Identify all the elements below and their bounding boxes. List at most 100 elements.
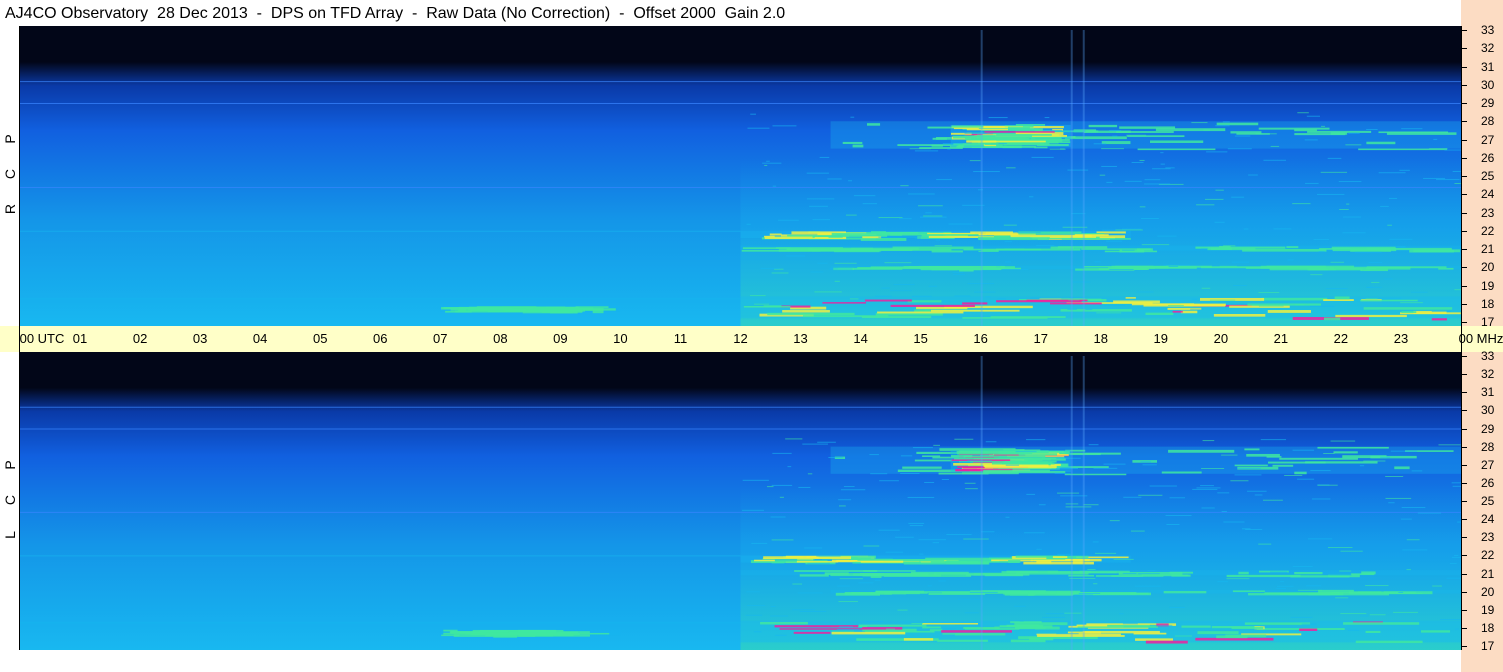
noise-streak	[1191, 298, 1198, 300]
emission-streak	[1294, 571, 1323, 575]
emission-streak	[1333, 451, 1358, 454]
time-tick-label: 23	[1393, 331, 1409, 346]
noise-streak	[893, 284, 915, 286]
noise-streak	[1354, 251, 1382, 253]
emission-streak	[964, 135, 977, 139]
noise-streak	[807, 562, 830, 564]
emission-streak	[767, 312, 855, 316]
noise-streak	[812, 219, 831, 221]
noise-streak	[1101, 165, 1117, 167]
emission-streak	[910, 571, 969, 575]
noise-streak	[1137, 573, 1160, 575]
noise-streak	[817, 262, 828, 264]
emission-streak	[861, 316, 932, 319]
frequency-tick-mark	[1461, 194, 1467, 196]
frequency-tick-mark	[1461, 103, 1467, 104]
noise-streak	[1294, 304, 1305, 306]
emission-streak	[883, 575, 972, 577]
emission-streak	[518, 629, 557, 633]
noise-streak	[1057, 553, 1071, 555]
noise-streak	[1201, 248, 1209, 250]
emission-streak	[1335, 314, 1407, 318]
noise-streak	[1135, 585, 1161, 587]
noise-streak	[1366, 128, 1378, 130]
frequency-tick-mark	[1461, 573, 1467, 575]
time-tick-label: 09	[553, 331, 568, 346]
time-tick-label: 12	[733, 331, 748, 346]
noise-streak	[1112, 135, 1118, 137]
noise-streak	[1369, 614, 1386, 616]
noise-streak	[923, 215, 943, 217]
noise-streak	[1115, 229, 1143, 231]
noise-streak	[1201, 507, 1215, 509]
noise-streak	[1166, 524, 1180, 526]
noise-streak	[1451, 482, 1461, 484]
time-axis-strip: 00 UTC 01 02 03 04 05 06 07 08 09 10 11 12 13 14 15 16 17…	[0, 326, 1503, 352]
noise-streak	[1072, 281, 1091, 283]
emission-streak	[1307, 130, 1372, 133]
noise-streak	[828, 457, 843, 459]
noise-streak	[751, 542, 768, 544]
noise-streak	[1380, 205, 1389, 207]
noise-streak	[853, 195, 876, 197]
noise-streak	[1444, 149, 1461, 151]
noise-streak	[924, 481, 935, 483]
noise-streak	[1226, 578, 1250, 580]
emission-streak	[922, 455, 941, 458]
noise-streak	[1214, 221, 1225, 223]
noise-streak	[981, 531, 995, 533]
emission-streak	[1244, 622, 1311, 625]
polarization-letter: R	[2, 203, 18, 215]
emission-streak	[814, 236, 829, 239]
noise-streak	[1044, 117, 1050, 119]
emission-streak	[782, 310, 830, 313]
noise-streak	[1325, 288, 1348, 290]
noise-streak	[1103, 463, 1126, 465]
noise-streak	[1055, 467, 1079, 469]
noise-streak	[925, 212, 932, 214]
noise-streak	[948, 223, 973, 225]
noise-streak	[819, 156, 830, 158]
emission-streak	[1007, 126, 1030, 129]
noise-streak	[1004, 241, 1013, 243]
emission-streak	[1149, 140, 1204, 143]
noise-streak	[1083, 504, 1099, 506]
emission-streak	[443, 629, 458, 632]
noise-streak	[1024, 532, 1045, 534]
emission-streak	[493, 635, 518, 638]
noise-streak	[1221, 511, 1227, 513]
noise-streak	[1364, 269, 1371, 271]
noise-streak	[1206, 151, 1228, 153]
noise-streak	[1276, 587, 1287, 589]
noise-streak	[1099, 304, 1126, 306]
noise-streak	[954, 438, 974, 440]
frequency-tick-mark	[1461, 537, 1467, 539]
noise-streak	[954, 295, 971, 297]
noise-streak	[1174, 635, 1193, 637]
noise-streak	[1105, 240, 1123, 242]
noise-streak	[1233, 284, 1247, 286]
noise-streak	[1144, 179, 1161, 181]
interference-line	[20, 186, 1461, 188]
noise-streak	[999, 627, 1015, 629]
noise-streak	[834, 262, 857, 264]
noise-streak	[1219, 265, 1237, 267]
noise-streak	[1169, 497, 1186, 499]
interference-line	[20, 511, 1461, 513]
noise-streak	[749, 295, 766, 297]
noise-streak	[1317, 484, 1338, 486]
emission-streak	[902, 466, 942, 469]
noise-streak	[870, 473, 888, 475]
noise-streak	[1192, 488, 1218, 490]
emission-streak	[1294, 471, 1307, 475]
emission-streak	[1119, 126, 1176, 129]
noise-streak	[1329, 574, 1352, 576]
noise-streak	[1136, 291, 1154, 293]
noise-streak	[1152, 168, 1171, 170]
noise-streak	[942, 143, 963, 145]
noise-streak	[1234, 135, 1251, 137]
time-tick-label: 17	[1033, 331, 1048, 346]
frequency-tick-label: 18	[1481, 296, 1495, 311]
time-tick-label: 04	[252, 331, 268, 346]
frequency-tick-label: 21	[1481, 566, 1495, 581]
